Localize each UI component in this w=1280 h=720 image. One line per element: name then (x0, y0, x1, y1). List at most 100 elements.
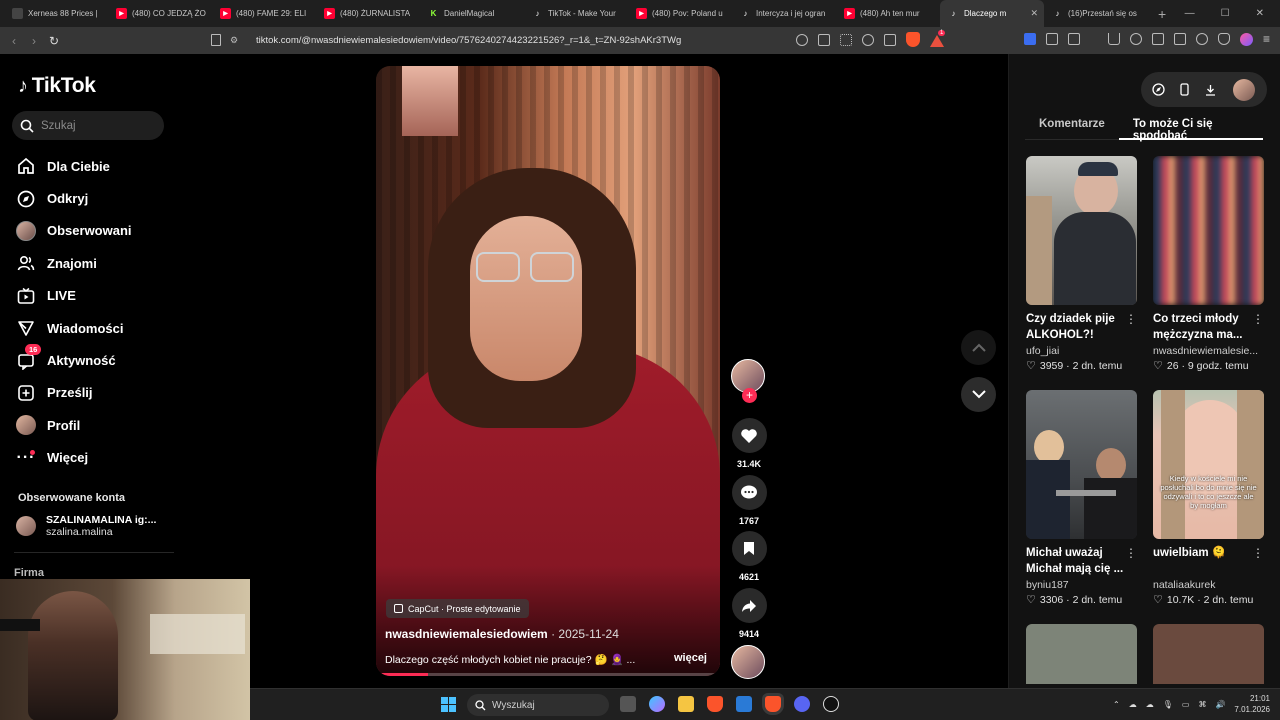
tiktok-logo[interactable]: ♪ TikTok (18, 74, 96, 98)
tray-volume-icon[interactable]: 🔊 (1215, 700, 1225, 709)
close-window-icon[interactable]: ✕ (1256, 8, 1264, 19)
browser-tab[interactable]: ▶ (480) CO JEDZĄ ŻO (108, 3, 212, 25)
screenshot-icon[interactable] (1067, 33, 1080, 45)
video-player[interactable]: CapCut · Proste edytowanie nwasdniewiema… (376, 66, 720, 676)
music-icon[interactable] (1129, 33, 1142, 45)
browser-tab[interactable]: ♪ (16)Przestań się os (1044, 3, 1148, 25)
video-thumbnail[interactable] (1026, 390, 1137, 539)
sidebar-item-dla-ciebie[interactable]: Dla Ciebie (16, 150, 132, 182)
video-thumbnail[interactable] (1026, 624, 1137, 684)
sidebar-item-obserwowani[interactable]: Obserwowani (16, 215, 132, 247)
close-tab-icon[interactable]: ✕ (1030, 8, 1038, 19)
video-thumbnail[interactable] (1153, 624, 1264, 684)
brave-browser-icon[interactable] (707, 696, 723, 712)
taskbar-search[interactable]: Wyszukaj (467, 694, 609, 716)
card-author[interactable]: byniu187 (1026, 579, 1137, 591)
sidebar-item-odkryj[interactable]: Odkryj (16, 182, 132, 214)
browser-tab[interactable]: ♪ TikTok - Make Your (524, 3, 628, 25)
browser-tab[interactable]: ▶ (480) FAME 29: ELI (212, 3, 316, 25)
browser-tab[interactable]: ♪ Dlaczego m ✕ (940, 0, 1044, 27)
tray-network-icon[interactable]: ⌘ (1198, 700, 1206, 709)
sound-avatar[interactable] (731, 645, 765, 679)
recommended-video-card[interactable]: Kiedy w kościele mi nie posłuchali bo do… (1153, 390, 1264, 606)
sidebar-item-live[interactable]: LIVE (16, 280, 132, 312)
more-options-icon[interactable]: ⋮ (1125, 312, 1137, 326)
sidebar-item-wiadomości[interactable]: Wiadomości (16, 312, 132, 344)
brave-active-icon[interactable] (765, 696, 781, 712)
device-icon[interactable] (1177, 83, 1191, 97)
windows-start-icon[interactable] (441, 697, 456, 712)
video-thumbnail[interactable]: Kiedy w kościele mi nie posłuchali bo do… (1153, 390, 1264, 539)
discord-icon[interactable] (794, 696, 810, 712)
followed-account-item[interactable]: SZALINAMALINA ig:... szalina.malina (16, 514, 156, 538)
tray-mic-icon[interactable]: 🎙 (1163, 700, 1173, 709)
previous-video-button[interactable] (961, 330, 996, 365)
reload-icon[interactable]: ↻ (44, 34, 64, 48)
sidebar-item-prześlij[interactable]: Prześlij (16, 377, 132, 409)
company-section-title[interactable]: Firma (14, 567, 44, 579)
browser-tab[interactable]: K DanielMagical (420, 3, 524, 25)
more-options-icon[interactable]: ⋮ (1252, 546, 1264, 560)
tab-recommended[interactable]: To może Ci się spodobać (1118, 112, 1263, 142)
browser-tab[interactable]: ▶ (480) Pov: Poland u (628, 3, 732, 25)
copilot-icon[interactable] (649, 696, 665, 712)
more-button[interactable]: więcej (674, 652, 707, 664)
tray-monitor-icon[interactable]: ▭ (1182, 700, 1190, 709)
taskbar-clock[interactable]: 21:01 7.01.2026 (1234, 693, 1270, 715)
new-tab-button[interactable]: + (1158, 6, 1166, 22)
capcut-badge[interactable]: CapCut · Proste edytowanie (386, 599, 529, 618)
next-video-button[interactable] (961, 377, 996, 412)
tray-chevron-icon[interactable]: ⌃ (1113, 700, 1120, 709)
recommended-video-card[interactable]: Czy dziadek pije ALKOHOL?! #sor... ⋮ ufo_j… (1026, 156, 1137, 372)
creator-avatar[interactable]: + (731, 359, 765, 403)
browser-tab[interactable]: ♪ Intercyza i jej ogran (732, 3, 836, 25)
back-icon[interactable]: ‹ (4, 34, 24, 48)
profile-icon[interactable] (1239, 32, 1253, 46)
site-settings-icon[interactable]: ⚙ (230, 35, 244, 46)
video-thumbnail[interactable] (1153, 156, 1264, 305)
compass-icon[interactable] (1151, 83, 1165, 97)
tray-app-icon[interactable]: ☁ (1129, 700, 1137, 709)
browser-tab[interactable]: ▶ (480) Ah ten mur (836, 3, 940, 25)
like-action[interactable]: 31.4K (731, 418, 767, 469)
recommended-video-card[interactable]: Michał uważaj Michał mają cię ... ⋮ byniu1… (1026, 390, 1137, 606)
sidebar-item-aktywność[interactable]: 16 Aktywność (16, 344, 132, 376)
store-icon[interactable] (736, 696, 752, 712)
brave-rewards-icon[interactable]: 1 (930, 29, 946, 47)
card-author[interactable]: nataliaakurek (1153, 579, 1264, 591)
tray-cloud-icon[interactable]: ☁ (1146, 700, 1154, 709)
comment-action[interactable]: 1767 (731, 475, 767, 526)
sidebar-item-więcej[interactable]: ··· Więcej (16, 442, 132, 474)
video-author-line[interactable]: nwasdniewiemalesiedowiem · 2025-11-24 (385, 627, 619, 641)
card-author[interactable]: ufo_jiai (1026, 345, 1137, 357)
minimize-icon[interactable]: — (1185, 8, 1195, 19)
share-action[interactable]: 9414 (731, 588, 767, 639)
share-icon[interactable] (884, 33, 896, 46)
download-app-icon[interactable] (1203, 83, 1217, 97)
video-progress-bar[interactable] (376, 673, 720, 676)
more-options-icon[interactable]: ⋮ (1252, 312, 1264, 326)
more-options-icon[interactable]: ⋮ (1125, 546, 1137, 560)
maximize-icon[interactable]: ☐ (1221, 8, 1230, 19)
extension-icon[interactable] (1023, 33, 1036, 45)
tab-comments[interactable]: Komentarze (1025, 112, 1119, 140)
ai-assistant-icon[interactable] (1195, 33, 1208, 45)
vpn-shield-icon[interactable] (1217, 33, 1230, 45)
reader-mode-icon[interactable] (818, 33, 830, 46)
video-author[interactable]: nwasdniewiemalesiedowiem (385, 627, 548, 641)
puzzle-icon[interactable] (1045, 33, 1058, 45)
brave-shield-icon[interactable] (906, 32, 920, 47)
sidebar-toggle-icon[interactable] (1151, 33, 1164, 45)
file-explorer-icon[interactable] (678, 696, 694, 712)
bookmark-icon[interactable] (211, 34, 221, 46)
download-icon[interactable] (1107, 33, 1120, 45)
browser-tab[interactable]: ▶ (480) ŻURNALISTA (316, 3, 420, 25)
follow-plus-icon[interactable]: + (742, 388, 757, 403)
zoom-icon[interactable] (862, 33, 874, 46)
recommended-video-card[interactable]: Co trzeci młody mężczyzna ma... ⋮ nwasdnie… (1153, 156, 1264, 372)
search-input[interactable]: Szukaj (12, 111, 164, 140)
task-view-icon[interactable] (620, 696, 636, 712)
translate-icon[interactable] (840, 33, 852, 46)
sidebar-item-profil[interactable]: Profil (16, 409, 132, 441)
forward-icon[interactable]: › (24, 34, 44, 48)
